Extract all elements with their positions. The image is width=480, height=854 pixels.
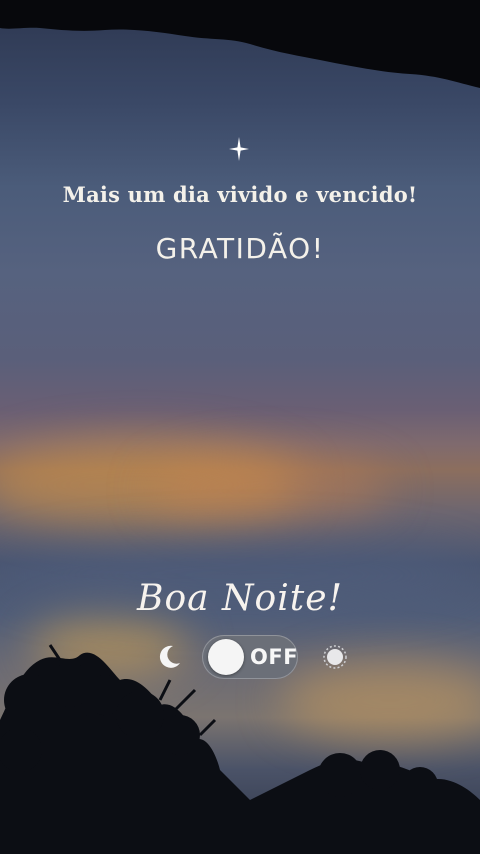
subtitle-text: Mais um dia vivido e vencido!	[62, 182, 418, 207]
good-night-text: Boa Noite!	[137, 578, 343, 619]
night-sky-background: Mais um dia vivido e vencido! GRATIDÃO! …	[0, 0, 480, 854]
sun-icon	[323, 645, 347, 669]
four-point-star-icon	[229, 137, 249, 161]
cloud-glow-orange	[150, 455, 390, 525]
gratitude-title: GRATIDÃO!	[155, 232, 325, 265]
toggle-knob[interactable]	[208, 639, 244, 675]
night-mode-toggle[interactable]: OFF	[202, 635, 298, 679]
toggle-state-label: OFF	[250, 645, 299, 669]
roof-silhouette	[0, 0, 480, 88]
moon-icon	[159, 645, 180, 668]
